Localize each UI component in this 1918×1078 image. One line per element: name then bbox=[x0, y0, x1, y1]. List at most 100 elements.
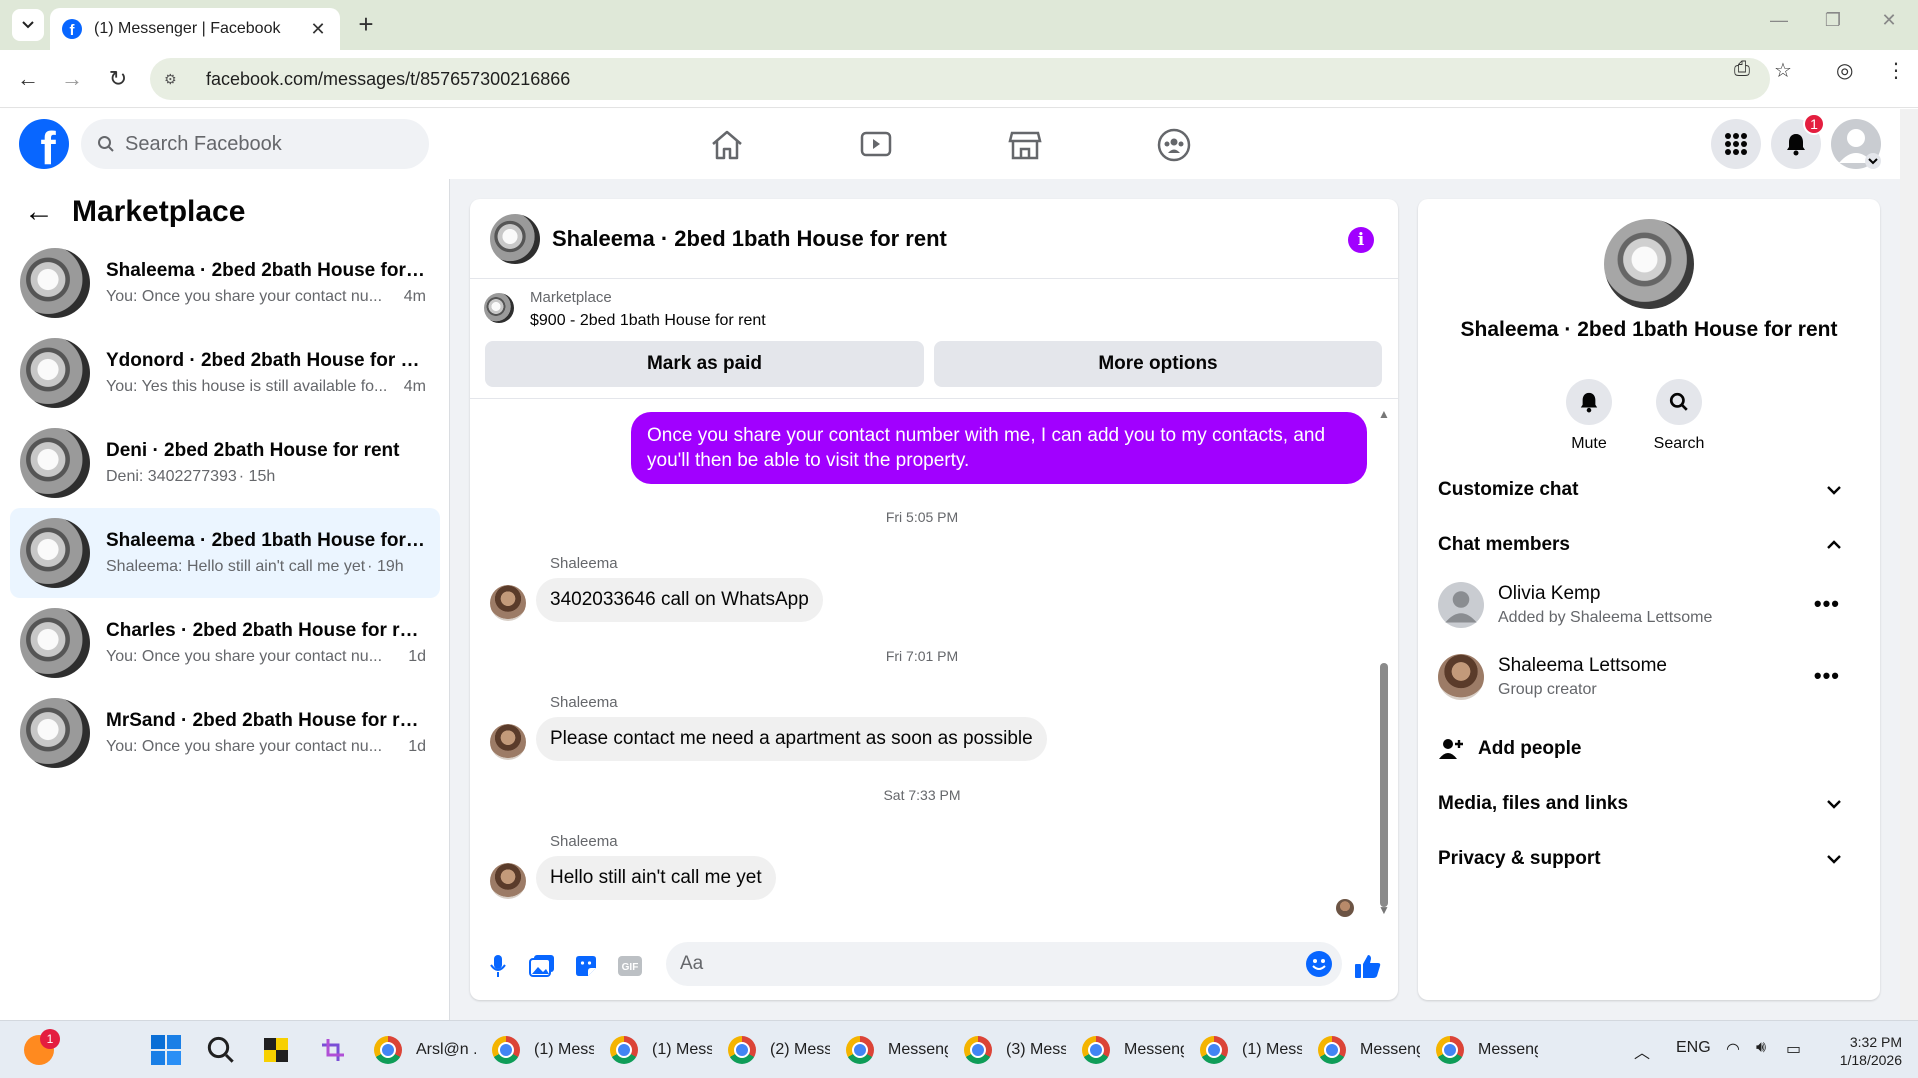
start-button[interactable] bbox=[150, 1032, 182, 1068]
search-placeholder: Search Facebook bbox=[125, 132, 282, 155]
incoming-message[interactable]: 3402033646 call on WhatsApp bbox=[536, 578, 823, 622]
input-language[interactable]: ENG bbox=[1676, 1039, 1711, 1057]
sticky-notes-icon[interactable] bbox=[262, 1032, 290, 1068]
chat-members-row[interactable]: Chat members bbox=[1438, 523, 1860, 567]
more-icon[interactable]: ••• bbox=[1814, 591, 1840, 617]
sender-avatar[interactable] bbox=[490, 585, 526, 621]
thumbs-up-icon[interactable] bbox=[1354, 952, 1382, 980]
search-facebook-input[interactable]: Search Facebook bbox=[81, 119, 429, 169]
add-people-row[interactable]: Add people bbox=[1438, 727, 1860, 771]
conversation-item[interactable]: Deni · 2bed 2bath House for rent Deni: 3… bbox=[10, 418, 440, 508]
taskbar-chrome-window[interactable]: (1) Mess bbox=[1200, 1032, 1302, 1068]
privacy-support-row[interactable]: Privacy & support bbox=[1438, 837, 1860, 881]
wifi-icon[interactable]: ◠ bbox=[1726, 1039, 1740, 1059]
chat-photo[interactable] bbox=[1604, 219, 1694, 309]
home-icon[interactable] bbox=[705, 123, 749, 167]
sticker-icon[interactable] bbox=[572, 952, 600, 980]
battery-icon[interactable]: ▭ bbox=[1786, 1039, 1801, 1059]
chat-title[interactable]: Shaleema · 2bed 1bath House for rent bbox=[552, 226, 947, 252]
conversation-name: MrSand · 2bed 2bath House for rent bbox=[106, 710, 426, 731]
volume-icon[interactable]: 🔊︎ bbox=[1756, 1039, 1766, 1057]
member-item[interactable]: Shaleema Lettsome Group creator ••• bbox=[1438, 649, 1860, 705]
install-app-icon[interactable]: ⎙ bbox=[1734, 58, 1750, 81]
timestamp: Sat 7:33 PM bbox=[883, 787, 961, 803]
account-avatar[interactable] bbox=[1831, 119, 1881, 169]
outgoing-message[interactable]: Once you share your contact number with … bbox=[631, 412, 1367, 484]
scroll-up-icon[interactable]: ▲ bbox=[1378, 407, 1390, 421]
seen-indicator-avatar bbox=[1336, 899, 1354, 917]
taskbar-search-button[interactable] bbox=[206, 1032, 236, 1068]
sender-avatar[interactable] bbox=[490, 863, 526, 899]
chrome-icon bbox=[1200, 1036, 1228, 1064]
emoji-icon[interactable] bbox=[1306, 951, 1332, 977]
conversation-item-active[interactable]: Shaleema · 2bed 1bath House for r... Sha… bbox=[10, 508, 440, 598]
facebook-logo-icon[interactable]: f bbox=[19, 119, 69, 169]
taskbar-chrome-window[interactable]: Messeng bbox=[846, 1032, 948, 1068]
restore-icon[interactable]: ❐ bbox=[1818, 10, 1848, 31]
gif-icon[interactable]: GIF bbox=[616, 952, 644, 980]
browser-tab-messenger[interactable]: f (1) Messenger | Facebook ✕ bbox=[50, 8, 340, 50]
info-icon[interactable]: i bbox=[1348, 227, 1374, 253]
member-item[interactable]: Olivia Kemp Added by Shaleema Lettsome •… bbox=[1438, 577, 1860, 633]
sender-avatar[interactable] bbox=[490, 724, 526, 760]
address-bar[interactable]: ⚙ facebook.com/messages/t/85765730021686… bbox=[150, 58, 1770, 100]
forward-icon[interactable]: → bbox=[56, 63, 88, 95]
tab-search-button[interactable] bbox=[12, 9, 44, 41]
scroll-down-icon[interactable]: ▼ bbox=[1378, 903, 1390, 917]
system-clock[interactable]: 3:32 PM 1/18/2026 bbox=[1820, 1033, 1902, 1069]
mark-as-paid-button[interactable]: Mark as paid bbox=[485, 341, 924, 387]
groups-icon[interactable] bbox=[1152, 123, 1196, 167]
taskbar-chrome-window[interactable]: Arsl@n . bbox=[374, 1032, 476, 1068]
conversation-item[interactable]: MrSand · 2bed 2bath House for rent You: … bbox=[10, 688, 440, 778]
chat-scrollbar[interactable]: ▲ ▼ bbox=[1378, 407, 1390, 917]
snipping-tool-icon[interactable] bbox=[318, 1032, 348, 1068]
close-tab-icon[interactable]: ✕ bbox=[308, 19, 328, 40]
taskbar-window-label: (3) Mess bbox=[1006, 1041, 1066, 1058]
notification-badge: 1 bbox=[1803, 113, 1825, 135]
conversation-item[interactable]: Charles · 2bed 2bath House for rent You:… bbox=[10, 598, 440, 688]
window-close-icon[interactable]: ✕ bbox=[1874, 10, 1904, 31]
message-input[interactable]: Aa bbox=[666, 942, 1342, 986]
page-scrollbar[interactable] bbox=[1900, 109, 1918, 1020]
more-icon[interactable]: ••• bbox=[1814, 663, 1840, 689]
new-tab-button[interactable]: + bbox=[352, 10, 380, 38]
reload-icon[interactable]: ↻ bbox=[102, 63, 134, 95]
marketplace-icon[interactable] bbox=[1003, 123, 1047, 167]
microphone-icon[interactable] bbox=[484, 952, 512, 980]
menu-grid-button[interactable] bbox=[1711, 119, 1761, 169]
taskbar-window-label: Arsl@n . bbox=[416, 1041, 476, 1058]
site-info-icon[interactable]: ⚙ bbox=[164, 71, 184, 88]
taskbar-chrome-window[interactable]: Messeng bbox=[1318, 1032, 1420, 1068]
listing-banner[interactable]: Marketplace $900 - 2bed 1bath House for … bbox=[484, 289, 766, 330]
notifications-button[interactable]: 1 bbox=[1771, 113, 1825, 169]
browser-toolbar: ← → ↻ ⚙ facebook.com/messages/t/85765730… bbox=[0, 50, 1918, 108]
conversation-item[interactable]: Ydonord · 2bed 2bath House for re... You… bbox=[10, 328, 440, 418]
more-options-button[interactable]: More options bbox=[934, 341, 1382, 387]
taskbar-chrome-window[interactable]: (1) Mess bbox=[610, 1032, 712, 1068]
video-icon[interactable] bbox=[854, 123, 898, 167]
taskbar-chrome-window[interactable]: (2) Mess bbox=[728, 1032, 830, 1068]
menu-kebab-icon[interactable]: ⋮ bbox=[1886, 58, 1906, 83]
conversation-item[interactable]: Shaleema · 2bed 2bath House for ... You:… bbox=[10, 238, 440, 328]
taskbar-window-label: Messeng bbox=[888, 1041, 948, 1058]
widgets-button[interactable]: 1 bbox=[24, 1029, 60, 1068]
minimize-icon[interactable]: — bbox=[1764, 10, 1794, 31]
incoming-message[interactable]: Please contact me need a apartment as so… bbox=[536, 717, 1047, 761]
taskbar-chrome-window[interactable]: (1) Mess bbox=[492, 1032, 594, 1068]
chat-avatar[interactable] bbox=[490, 213, 540, 264]
back-icon[interactable]: ← bbox=[12, 63, 44, 95]
photo-icon[interactable] bbox=[528, 952, 556, 980]
bookmark-star-icon[interactable]: ☆ bbox=[1774, 58, 1792, 83]
back-arrow-icon[interactable]: ← bbox=[24, 195, 58, 229]
taskbar-chrome-window[interactable]: Messeng bbox=[1436, 1032, 1538, 1068]
incoming-message[interactable]: Hello still ain't call me yet bbox=[536, 856, 776, 900]
customize-chat-row[interactable]: Customize chat bbox=[1438, 468, 1860, 512]
taskbar-chrome-window[interactable]: Messeng bbox=[1082, 1032, 1184, 1068]
mute-button[interactable]: Mute bbox=[1549, 379, 1629, 453]
profile-icon[interactable]: ◎ bbox=[1836, 58, 1853, 83]
show-hidden-icons-icon[interactable]: ︿ bbox=[1634, 1039, 1650, 1063]
media-files-row[interactable]: Media, files and links bbox=[1438, 782, 1860, 826]
taskbar-chrome-window[interactable]: (3) Mess bbox=[964, 1032, 1066, 1068]
search-in-chat-button[interactable]: Search bbox=[1639, 379, 1719, 453]
scroll-thumb[interactable] bbox=[1380, 663, 1388, 907]
